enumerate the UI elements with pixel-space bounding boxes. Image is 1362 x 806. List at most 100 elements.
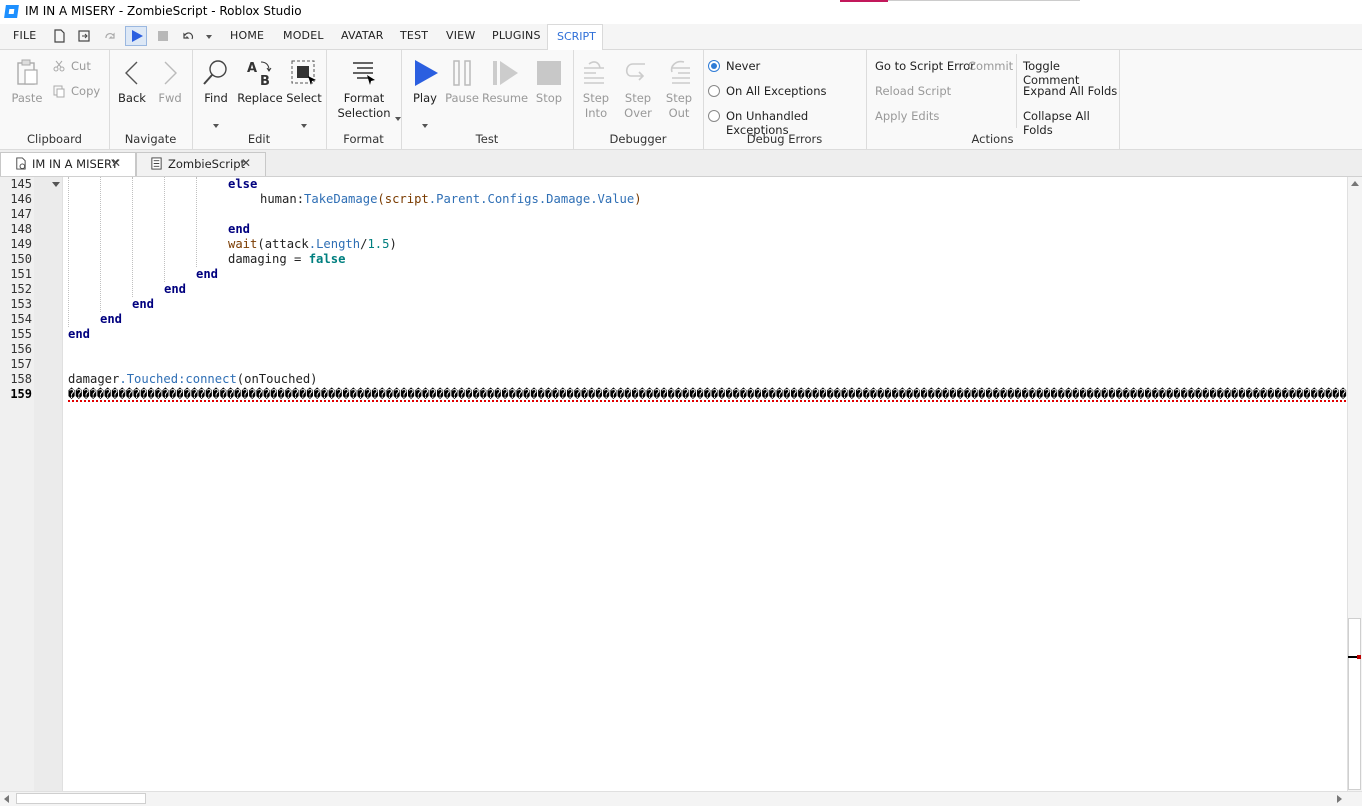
code-editor[interactable]: 145 146 147 148 149 150 151 152 153 154 … xyxy=(0,177,1362,791)
resume-button[interactable]: Resume xyxy=(482,58,528,106)
on-all-exceptions-label[interactable]: On All Exceptions xyxy=(726,84,827,98)
stop-button[interactable]: Stop xyxy=(530,58,568,106)
never-radio[interactable] xyxy=(708,60,720,72)
navigate-group-label: Navigate xyxy=(124,132,177,146)
new-file-icon[interactable] xyxy=(51,28,67,44)
scroll-right-icon[interactable] xyxy=(1337,795,1342,803)
back-button[interactable]: Back xyxy=(115,58,149,106)
code-token: human xyxy=(260,192,297,206)
code-token: 1.5 xyxy=(367,237,390,251)
on-all-exceptions-radio[interactable] xyxy=(708,85,720,97)
code-token: ( xyxy=(377,192,385,206)
apply-edits-button[interactable]: Apply Edits xyxy=(875,109,939,123)
replace-label: Replace xyxy=(237,91,283,105)
never-label[interactable]: Never xyxy=(726,59,760,73)
fwd-icon xyxy=(164,61,177,85)
step-into-label-2: Into xyxy=(584,106,608,120)
step-out-label-1: Step xyxy=(665,91,693,105)
expand-all-folds-button[interactable]: Expand All Folds xyxy=(1023,84,1117,98)
menu-bar: FILE HOME MODEL AVATAR TEST VIEW PLUGINS… xyxy=(0,24,1362,50)
resume-icon xyxy=(493,61,518,85)
tab-view[interactable]: VIEW xyxy=(446,29,475,42)
tab-test[interactable]: TEST xyxy=(400,29,428,42)
commit-button[interactable]: Commit xyxy=(968,59,1013,73)
code-token: ) xyxy=(634,192,642,206)
tab-home[interactable]: HOME xyxy=(230,29,264,42)
step-out-label-2: Out xyxy=(668,106,690,120)
script-file-icon xyxy=(151,157,162,170)
back-icon xyxy=(125,61,138,85)
select-icon xyxy=(291,60,316,85)
line-number: 157 xyxy=(10,357,32,371)
close-icon[interactable]: ✕ xyxy=(241,156,251,170)
actions-group-label: Actions xyxy=(971,132,1014,146)
window-title: IM IN A MISERY - ZombieScript - Roblox S… xyxy=(25,4,302,18)
code-line-154: end xyxy=(100,312,122,326)
format-selection-icon xyxy=(353,62,375,85)
svg-text:A: A xyxy=(247,61,257,76)
doc-tab-label: IM IN A MISERY xyxy=(32,157,119,171)
line-number: 155 xyxy=(10,327,32,341)
play-button[interactable]: Play xyxy=(407,58,443,128)
copy-button[interactable]: Copy xyxy=(71,84,100,98)
code-token: false xyxy=(308,252,346,266)
file-menu[interactable]: FILE xyxy=(13,29,36,42)
doc-tab-im-in-a-misery[interactable]: IM IN A MISERY ✕ xyxy=(0,152,136,176)
go-to-script-error-button[interactable]: Go to Script Error xyxy=(875,59,975,73)
code-line-150: damaging = false xyxy=(228,252,345,266)
redo-icon[interactable] xyxy=(102,28,118,44)
copy-icon xyxy=(53,85,65,98)
tab-model[interactable]: MODEL xyxy=(283,29,324,42)
code-line-151: end xyxy=(196,267,218,281)
find-icon xyxy=(203,60,227,85)
replace-button[interactable]: AB Replace xyxy=(236,58,284,106)
publish-icon[interactable] xyxy=(76,28,92,44)
reload-script-button[interactable]: Reload Script xyxy=(875,84,951,98)
step-into-button[interactable]: Step Into xyxy=(579,58,613,121)
code-line-153: end xyxy=(132,297,154,311)
scroll-up-icon[interactable] xyxy=(1351,181,1359,186)
cut-button[interactable]: Cut xyxy=(71,59,91,73)
quick-play-button[interactable] xyxy=(125,26,147,46)
find-dropdown-icon xyxy=(213,124,219,128)
code-line-155: end xyxy=(68,327,90,341)
doc-tab-zombiescript[interactable]: ZombieScript ✕ xyxy=(136,152,266,176)
actions-group: Go to Script Error Commit Reload Script … xyxy=(866,50,1120,149)
horizontal-scroll-thumb[interactable] xyxy=(16,793,146,804)
code-token: : xyxy=(296,192,305,206)
scroll-left-icon[interactable] xyxy=(4,795,9,803)
on-unhandled-exceptions-radio[interactable] xyxy=(708,110,720,122)
find-button[interactable]: Find xyxy=(198,58,234,128)
code-token: (attack xyxy=(257,237,309,251)
paste-button[interactable]: Paste xyxy=(6,58,48,106)
line-number: 151 xyxy=(10,267,32,281)
select-label: Select xyxy=(286,91,322,105)
vertical-scroll-thumb[interactable] xyxy=(1348,618,1361,790)
code-token: ) xyxy=(389,237,397,251)
fwd-button[interactable]: Fwd xyxy=(153,58,187,106)
format-selection-button[interactable]: Format Selection xyxy=(334,58,401,121)
pause-button[interactable]: Pause xyxy=(444,58,480,106)
tab-plugins[interactable]: PLUGINS xyxy=(492,29,541,42)
fold-toggle-icon[interactable] xyxy=(52,182,60,187)
close-icon[interactable]: ✕ xyxy=(111,156,121,170)
toggle-comment-button[interactable]: Toggle Comment xyxy=(1023,59,1119,87)
undo-icon[interactable] xyxy=(180,28,196,44)
tab-avatar[interactable]: AVATAR xyxy=(341,29,384,42)
stop-icon xyxy=(537,61,561,85)
code-line-152: end xyxy=(164,282,186,296)
quick-access-dropdown-icon[interactable] xyxy=(206,35,212,39)
test-group-label: Test xyxy=(475,132,499,146)
step-into-label-1: Step xyxy=(582,91,610,105)
roblox-studio-logo-icon xyxy=(4,5,19,18)
quick-stop-icon[interactable] xyxy=(155,28,171,44)
step-over-button[interactable]: Step Over xyxy=(621,58,655,121)
select-button[interactable]: Select xyxy=(286,58,322,128)
code-line-158: damager.Touched:connect(onTouched) xyxy=(68,372,318,386)
ribbon: Paste Cut Copy Clipboard Back Fwd Naviga… xyxy=(0,50,1362,150)
code-line-146: human:TakeDamage(script.Parent.Configs.D… xyxy=(260,192,642,206)
tab-script[interactable]: SCRIPT xyxy=(547,24,603,50)
step-out-button[interactable]: Step Out xyxy=(662,58,696,121)
horizontal-scrollbar[interactable] xyxy=(0,791,1362,806)
step-into-icon xyxy=(584,61,604,84)
